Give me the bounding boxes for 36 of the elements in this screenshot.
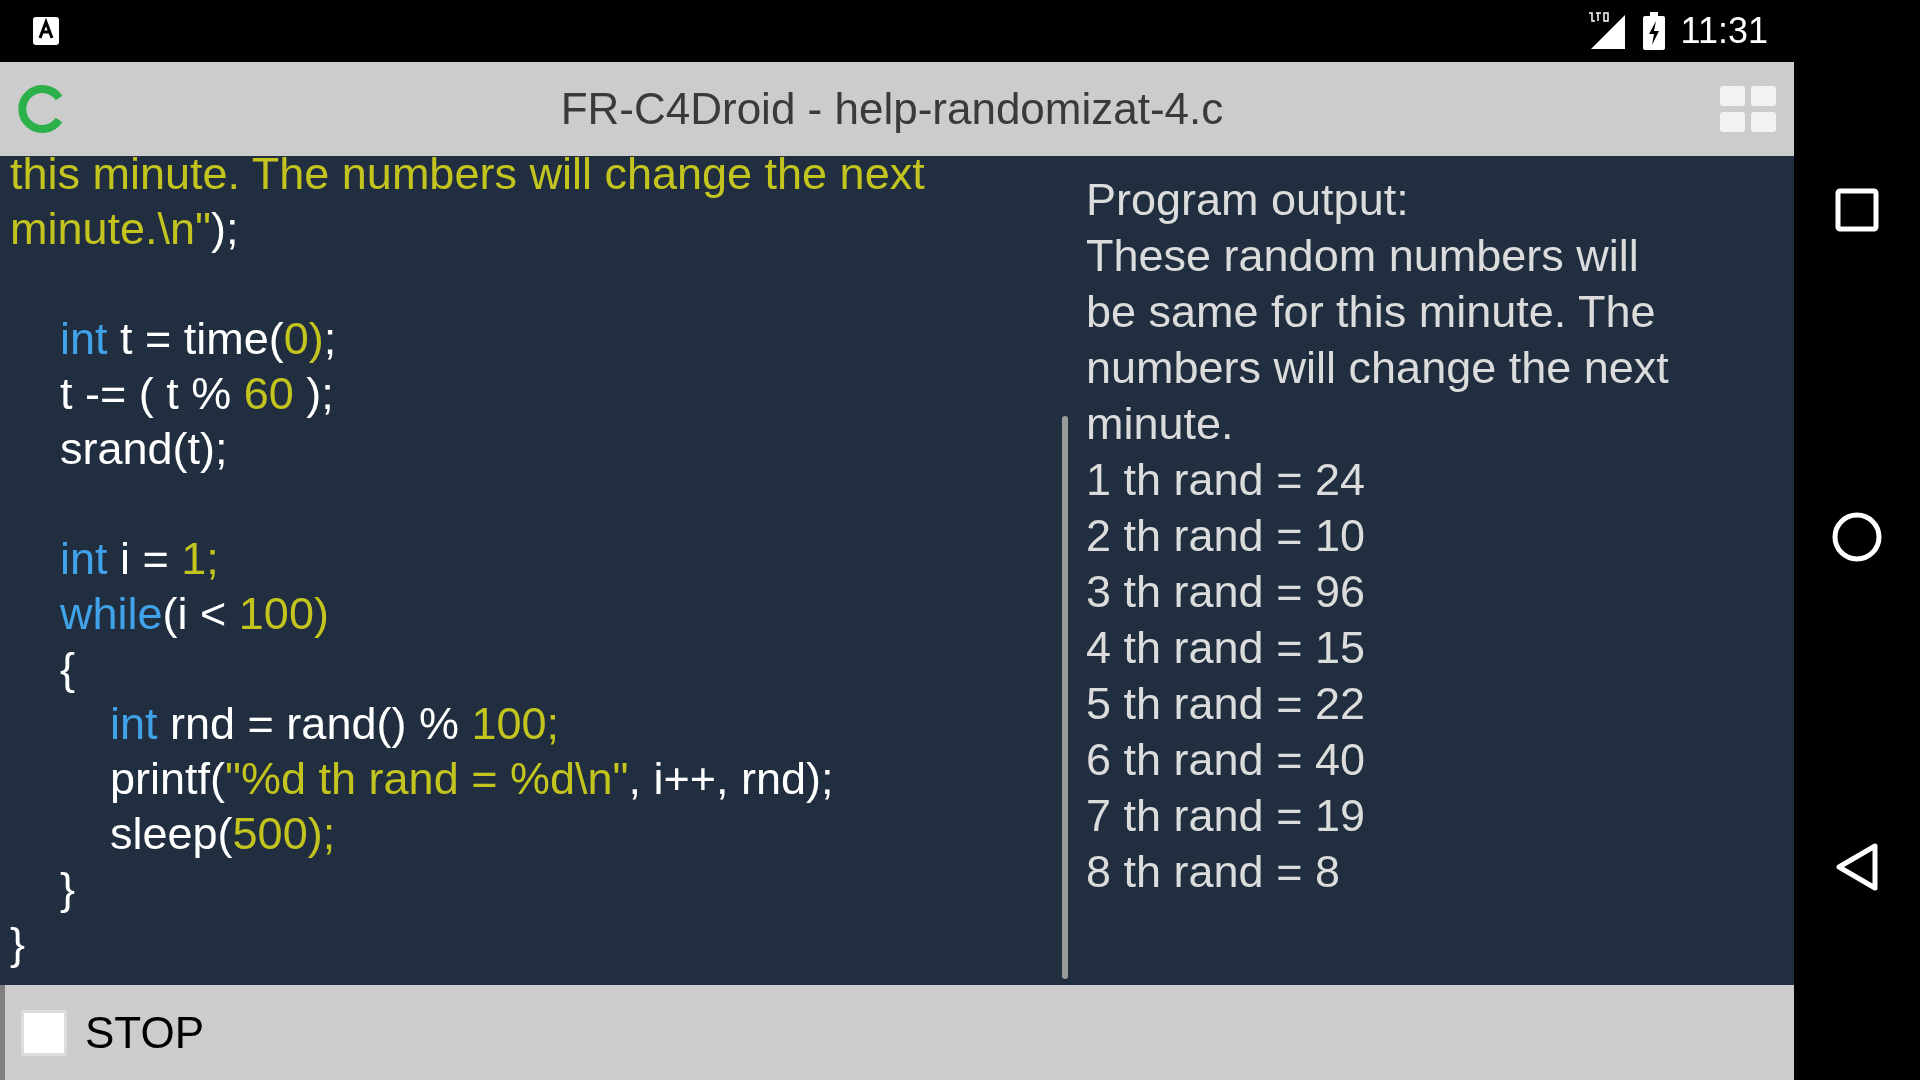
output-line: numbers will change the next: [1086, 341, 1669, 395]
status-time: 11:31: [1680, 9, 1768, 53]
notification-icon: [32, 16, 60, 46]
code-line: int rnd = rand() % 100;: [109, 697, 561, 751]
code-line: int i = 1;: [59, 532, 220, 586]
output-line: 3 th rand = 96: [1086, 565, 1366, 619]
output-line: minute.: [1086, 397, 1235, 451]
output-line: Program output:: [1086, 173, 1410, 227]
code-line: printf("%d th rand = %d\n", i++, rnd);: [109, 752, 835, 806]
code-line: t -= ( t % 60 );: [59, 367, 335, 421]
output-line: 4 th rand = 15: [1086, 621, 1366, 675]
home-icon[interactable]: [1832, 512, 1882, 562]
recents-icon[interactable]: [1835, 188, 1879, 232]
code-line: srand(t);: [59, 422, 229, 476]
battery-charging-icon: [1642, 12, 1665, 50]
output-line: 7 th rand = 19: [1086, 789, 1366, 843]
output-line: 6 th rand = 40: [1086, 733, 1366, 787]
code-line: minute.\n");: [10, 202, 240, 256]
code-line: int t = time(0);: [59, 312, 338, 366]
code-line: }: [10, 917, 27, 971]
output-line: 1 th rand = 24: [1086, 453, 1366, 507]
output-line: 5 th rand = 22: [1086, 677, 1366, 731]
code-line: }: [59, 862, 77, 916]
window-title: FR-C4Droid - help-randomizat-4.c: [560, 83, 1224, 135]
code-line: while(i < 100): [59, 587, 330, 641]
code-line: this minute. The numbers will change the next: [10, 156, 926, 201]
code-line: sleep(500);: [109, 807, 337, 861]
output-line: be same for this minute. The: [1086, 285, 1657, 339]
stop-label: STOP: [85, 1006, 204, 1059]
code-line: {: [59, 642, 77, 696]
output-line: 2 th rand = 10: [1086, 509, 1366, 563]
stop-checkbox[interactable]: [21, 1009, 67, 1056]
output-line: These random numbers will: [1086, 229, 1640, 283]
output-line: 8 th rand = 8: [1086, 845, 1341, 899]
back-icon[interactable]: [1835, 842, 1879, 892]
scrollbar[interactable]: [1062, 416, 1068, 979]
